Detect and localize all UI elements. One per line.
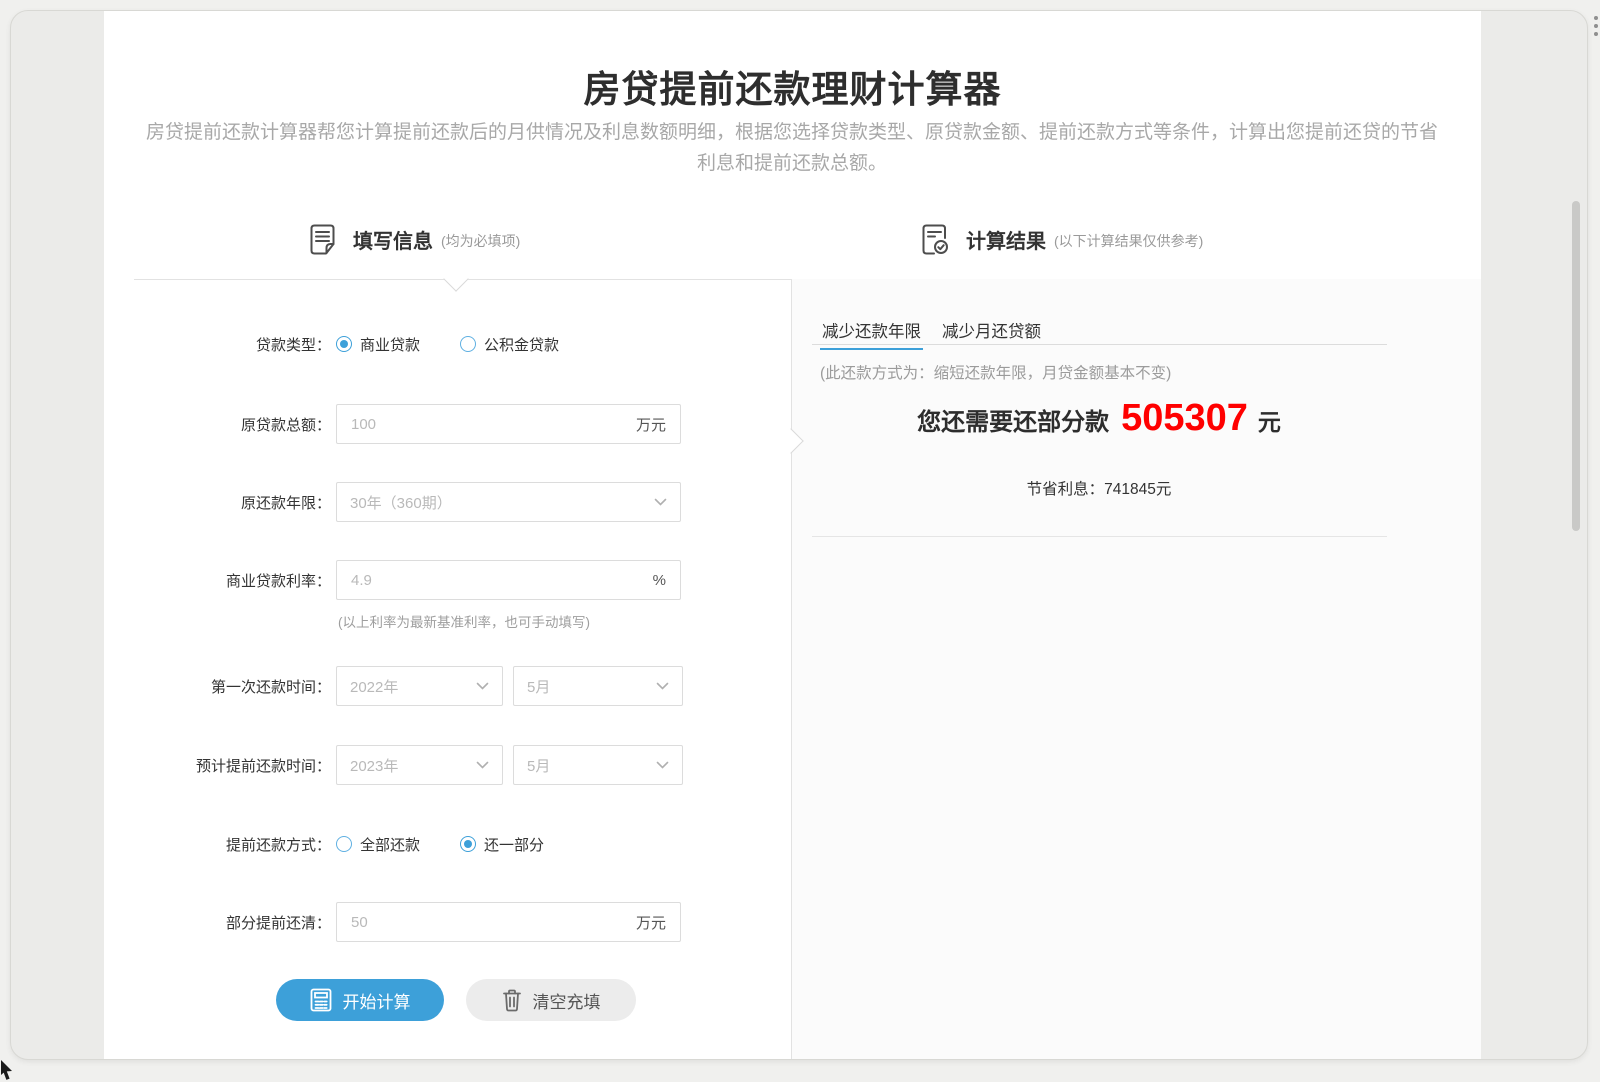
partial-amount-label: 部分提前还清： [104,912,331,933]
clear-button-label: 清空充填 [533,988,601,1013]
rate-hint: (以上利率为最新基准利率，也可手动填写) [338,611,590,631]
rate-input[interactable] [337,561,653,599]
prepay-time-label: 预计提前还款时间： [104,755,331,776]
result-tabs: 减少还款年限 减少月还贷额 [820,318,1043,350]
result-panel: 减少还款年限 减少月还贷额 (此还款方式为：缩短还款年限，月贷金额基本不变) 您… [791,279,1481,1059]
partial-amount-row: 部分提前还清： 万元 [104,902,681,942]
method-note: (此还款方式为：缩短还款年限，月贷金额基本不变) [820,361,1171,383]
rate-label: 商业贷款利率： [104,570,331,591]
radio-option-full-repay[interactable]: 全部还款 [336,834,420,855]
saved-interest: 节省利息：741845元 [792,477,1406,499]
chevron-down-icon [476,761,489,769]
mouse-cursor [0,1060,16,1082]
loan-type-label: 贷款类型： [104,334,331,355]
first-payment-month-select[interactable]: 5月 [513,666,683,706]
app-window: 房贷提前还款理财计算器 房贷提前还款计算器帮您计算提前还款后的月供情况及利息数额… [10,10,1588,1060]
radio-partial-repay-icon[interactable] [460,836,476,852]
radio-fund-loan-label[interactable]: 公积金贷款 [484,334,559,355]
chevron-down-icon [654,498,667,506]
chevron-down-icon [656,761,669,769]
loan-amount-input[interactable] [337,405,636,443]
prepay-year-select[interactable]: 2023年 [336,745,503,785]
trash-icon [502,988,522,1012]
page-subtitle: 房贷提前还款计算器帮您计算提前还款后的月供情况及利息数额明细，根据您选择贷款类型… [142,117,1442,179]
form-pointer-notch [443,266,468,291]
result-divider [812,536,1387,537]
result-unit: 元 [1258,409,1281,435]
partial-amount-input[interactable] [337,903,636,941]
page-title: 房贷提前还款理财计算器 [104,59,1481,113]
radio-option-commercial-loan[interactable]: 商业贷款 [336,334,420,355]
prepay-month-value: 5月 [527,755,550,776]
chevron-down-icon [476,682,489,690]
loan-amount-row: 原贷款总额： 万元 [104,404,681,444]
prepay-method-row: 提前还款方式： 全部还款 还一部分 [104,824,544,864]
result-prefix: 您还需要还部分款 [917,409,1109,436]
prepay-month-select[interactable]: 5月 [513,745,683,785]
first-payment-label: 第一次还款时间： [104,676,331,697]
tab-reduce-monthly[interactable]: 减少月还贷额 [940,318,1043,350]
loan-years-row: 原还款年限： 30年（360期） [104,482,681,522]
result-section-title: 计算结果 [966,225,1046,254]
first-payment-year-select[interactable]: 2022年 [336,666,503,706]
radio-option-fund-loan[interactable]: 公积金贷款 [460,334,559,355]
result-section-header: 计算结果 (以下计算结果仅供参考) [921,221,1203,257]
partial-amount-unit: 万元 [636,912,680,933]
rate-row: 商业贷款利率： % [104,560,681,600]
chevron-down-icon [656,682,669,690]
rate-unit: % [653,572,680,589]
window-edge-dots [1594,16,1598,36]
rate-field: % [336,560,681,600]
radio-full-repay-icon[interactable] [336,836,352,852]
scrollbar-thumb[interactable] [1572,201,1580,531]
loan-type-row: 贷款类型： 商业贷款 公积金贷款 [104,324,559,364]
prepay-method-label: 提前还款方式： [104,834,331,855]
calculate-button-label: 开始计算 [343,988,411,1013]
first-payment-month-value: 5月 [527,676,550,697]
tab-reduce-term[interactable]: 减少还款年限 [820,318,923,350]
radio-partial-repay-label[interactable]: 还一部分 [484,834,544,855]
form-section-header: 填写信息 (均为必填项) [309,221,520,257]
result-amount: 505307 [1121,397,1248,439]
result-section-note: (以下计算结果仅供参考) [1054,228,1203,251]
loan-years-label: 原还款年限： [104,492,331,513]
loan-amount-field: 万元 [336,404,681,444]
form-section-title: 填写信息 [353,225,433,254]
radio-option-partial-repay[interactable]: 还一部分 [460,834,544,855]
radio-commercial-loan-label[interactable]: 商业贷款 [360,334,420,355]
document-check-icon [921,224,949,255]
partial-amount-field: 万元 [336,902,681,942]
calculate-button[interactable]: 开始计算 [276,979,444,1021]
radio-commercial-loan-icon[interactable] [336,336,352,352]
loan-amount-unit: 万元 [636,414,680,435]
desktop-background: { "colors": { "accent": "#3da0d9", "resu… [0,0,1600,1082]
first-payment-year-value: 2022年 [350,676,398,697]
radio-fund-loan-icon[interactable] [460,336,476,352]
tabs-underline [812,344,1387,345]
loan-amount-label: 原贷款总额： [104,414,331,435]
clear-button[interactable]: 清空充填 [466,979,636,1021]
document-lines-icon [309,224,336,255]
prepay-time-row: 预计提前还款时间： 2023年 5月 [104,745,683,785]
result-summary: 您还需要还部分款 505307 元 [792,397,1406,440]
radio-full-repay-label[interactable]: 全部还款 [360,834,420,855]
calculator-icon [310,988,332,1012]
prepay-year-value: 2023年 [350,755,398,776]
first-payment-row: 第一次还款时间： 2022年 5月 [104,666,683,706]
form-section-note: (均为必填项) [441,228,520,251]
calculator-page: 房贷提前还款理财计算器 房贷提前还款计算器帮您计算提前还款后的月供情况及利息数额… [104,11,1481,1059]
loan-years-select[interactable]: 30年（360期） [336,482,681,522]
loan-years-value: 30年（360期） [350,492,452,513]
